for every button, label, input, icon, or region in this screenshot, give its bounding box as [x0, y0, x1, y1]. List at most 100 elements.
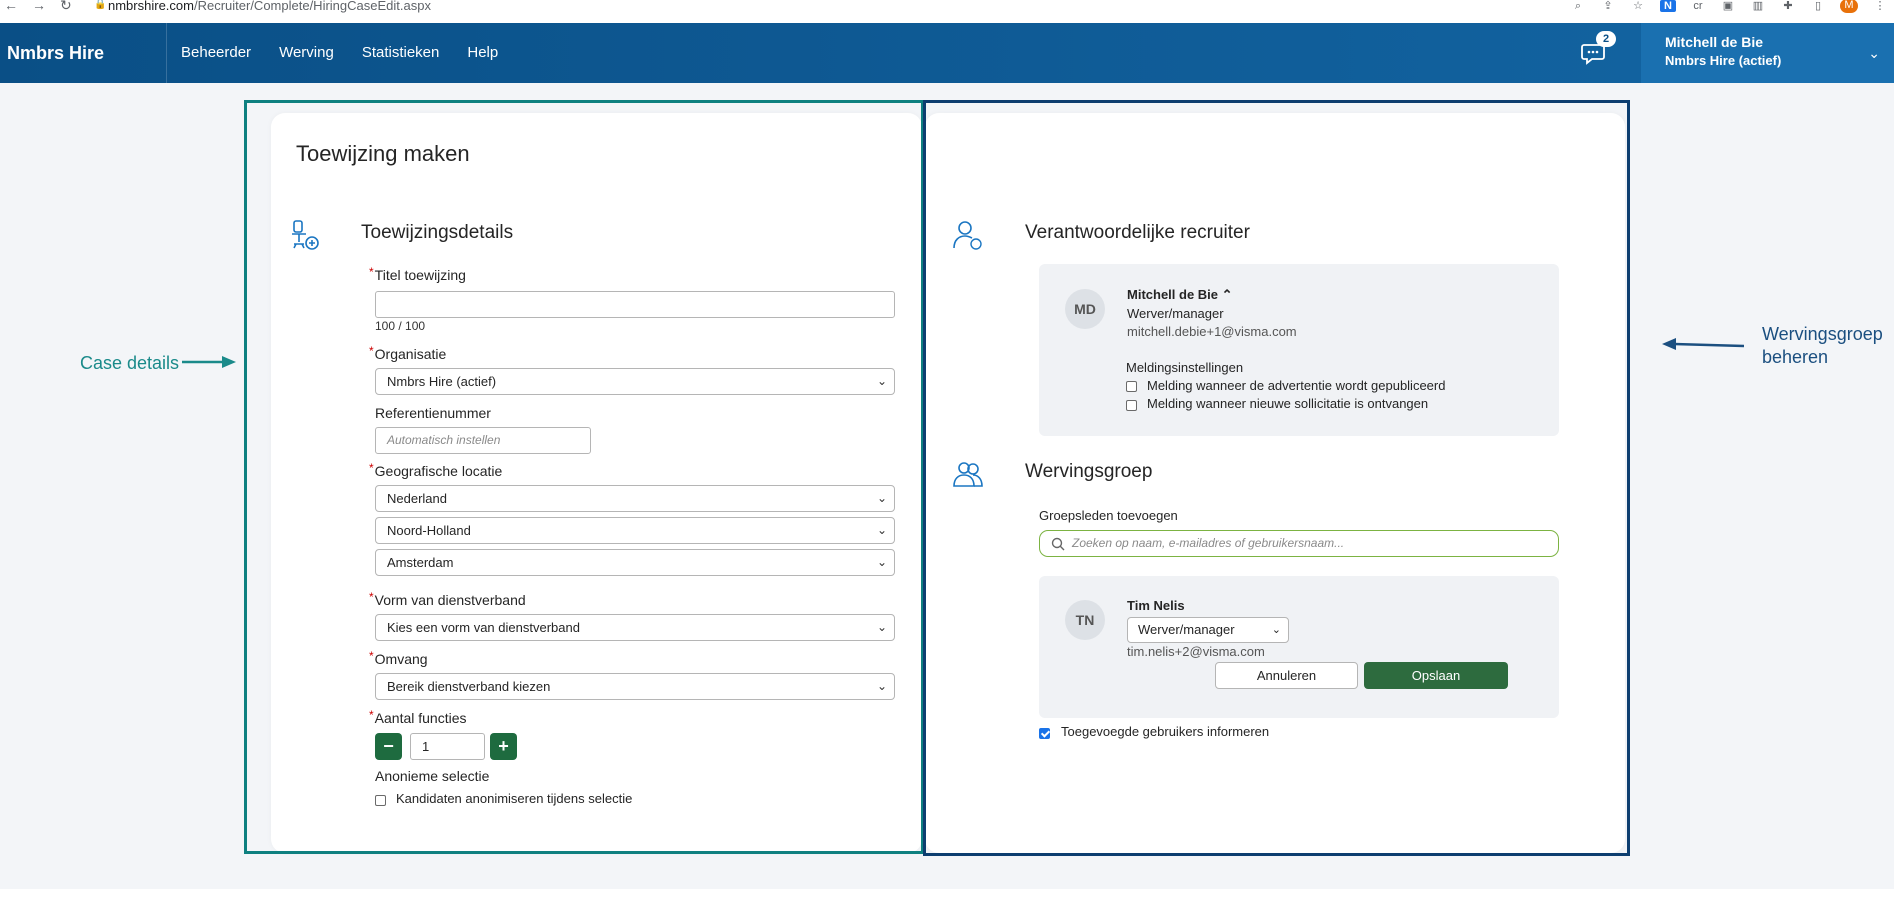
side-panel-icon[interactable]: ▯ — [1810, 0, 1826, 12]
url-host: nmbrshire.com — [108, 0, 194, 13]
header-divider — [166, 23, 167, 83]
recruiter-name[interactable]: Mitchell de Bie ⌃ — [1127, 287, 1233, 303]
chevron-down-icon: ⌄ — [876, 523, 887, 537]
notify-application-label: Melding wanneer nieuwe sollicitatie is o… — [1147, 396, 1429, 411]
organisation-value: Nmbrs Hire (actief) — [387, 374, 497, 389]
organisation-label: *Organisatie — [369, 344, 447, 362]
country-value: Nederland — [387, 491, 447, 506]
user-menu[interactable]: Mitchell de Bie Nmbrs Hire (actief) ⌄ — [1641, 23, 1894, 83]
scope-value: Bereik dienstverband kiezen — [387, 679, 551, 694]
scope-select[interactable]: Bereik dienstverband kiezen ⌄ — [375, 673, 895, 700]
annotation-recruitment-group: Wervingsgroep beheren — [1762, 323, 1892, 369]
lock-icon[interactable]: 🔒 — [94, 0, 106, 10]
recruiter-email: mitchell.debie+1@visma.com — [1127, 324, 1297, 339]
url-path: /Recruiter/Complete/HiringCaseEdit.aspx — [193, 0, 431, 13]
city-select[interactable]: Amsterdam ⌄ — [375, 549, 895, 576]
reload-icon[interactable]: ↻ — [60, 0, 72, 12]
share-icon[interactable]: ⇪ — [1600, 0, 1616, 12]
location-label: *Geografische locatie — [369, 461, 503, 479]
title-input[interactable] — [375, 291, 895, 318]
extension-chart-icon[interactable]: ▥ — [1750, 0, 1766, 12]
footer-strip — [0, 889, 1894, 909]
section-title-details: Toewijzingsdetails — [361, 222, 514, 243]
chevron-down-icon: ⌄ — [1271, 624, 1281, 636]
zoom-icon[interactable]: ⌕ — [1570, 0, 1586, 12]
browser-menu-icon[interactable]: ⋮ — [1872, 0, 1888, 12]
page-title: Toewijzing maken — [296, 141, 470, 166]
search-placeholder: Zoeken op naam, e-mailadres of gebruiker… — [1072, 536, 1345, 550]
chair-add-icon — [292, 220, 319, 250]
anonymize-checkbox[interactable] — [375, 795, 386, 806]
search-icon — [1051, 537, 1065, 551]
scope-label: *Omvang — [369, 649, 428, 667]
main-nav: Beheerder Werving Statistieken Help — [181, 23, 526, 83]
chevron-down-icon: ⌄ — [876, 491, 887, 505]
notify-published-checkbox[interactable] — [1126, 381, 1137, 392]
extensions-puzzle-icon[interactable]: ✚ — [1780, 0, 1796, 12]
member-search-input[interactable]: Zoeken op naam, e-mailadres of gebruiker… — [1039, 530, 1559, 557]
title-label: *Titel toewijzing — [369, 265, 466, 283]
employment-type-select[interactable]: Kies een vorm van dienstverband ⌄ — [375, 614, 895, 641]
positions-input[interactable]: 1 — [410, 733, 485, 760]
avatar: TN — [1065, 600, 1105, 640]
member-panel — [1039, 576, 1559, 718]
nav-werving[interactable]: Werving — [279, 23, 334, 83]
forward-icon[interactable]: → — [32, 0, 46, 12]
member-role-select[interactable]: Werver/manager ⌄ — [1127, 617, 1289, 643]
member-name: Tim Nelis — [1127, 598, 1185, 613]
increment-button[interactable]: + — [490, 733, 517, 760]
decrement-button[interactable]: − — [375, 733, 402, 760]
bookmark-star-icon[interactable]: ☆ — [1630, 0, 1646, 12]
reference-label: Referentienummer — [375, 405, 491, 421]
cancel-button[interactable]: Annuleren — [1215, 662, 1358, 689]
organisation-select[interactable]: Nmbrs Hire (actief) ⌄ — [375, 368, 895, 395]
address-bar[interactable]: nmbrshire.com/Recruiter/Complete/HiringC… — [108, 0, 431, 12]
employment-type-label: *Vorm van dienstverband — [369, 590, 526, 608]
browser-extensions: ⌕ ⇪ ☆ N cr ▣ ▥ ✚ ▯ M ⋮ — [1570, 0, 1888, 13]
recruiter-person-icon — [953, 221, 982, 250]
nav-statistieken[interactable]: Statistieken — [362, 23, 440, 83]
profile-avatar[interactable]: M — [1840, 0, 1858, 13]
section-title-group: Wervingsgroep — [1025, 461, 1153, 482]
inform-users-checkbox[interactable] — [1039, 728, 1050, 739]
browser-nav: ← → ↻ — [4, 0, 72, 12]
save-button[interactable]: Opslaan — [1364, 662, 1508, 689]
section-title-recruiter: Verantwoordelijke recruiter — [1025, 222, 1250, 243]
chevron-down-icon: ⌄ — [876, 620, 887, 634]
anonymous-selection-label: Anonieme selectie — [375, 768, 490, 784]
city-value: Amsterdam — [387, 555, 454, 570]
employment-type-value: Kies een vorm van dienstverband — [387, 620, 580, 635]
brand-logo[interactable]: Nmbrs Hire — [7, 23, 104, 83]
inform-users-label: Toegevoegde gebruikers informeren — [1061, 724, 1270, 739]
province-value: Noord-Holland — [387, 523, 471, 538]
extension-cr-icon[interactable]: cr — [1690, 0, 1706, 12]
nav-help[interactable]: Help — [467, 23, 498, 83]
user-company: Nmbrs Hire (actief) — [1665, 53, 1782, 68]
member-email: tim.nelis+2@visma.com — [1127, 644, 1265, 659]
nav-beheerder[interactable]: Beheerder — [181, 23, 251, 83]
extension-blue-icon[interactable]: ▣ — [1720, 0, 1736, 12]
add-members-label: Groepsleden toevoegen — [1039, 508, 1178, 523]
chevron-down-icon: ⌄ — [876, 555, 887, 569]
chat-count-badge: 2 — [1596, 31, 1616, 47]
reference-input[interactable]: Automatisch instellen — [375, 427, 591, 454]
annotation-line-2: beheren — [1762, 347, 1829, 367]
chevron-down-icon: ⌄ — [1868, 45, 1880, 61]
anonymize-checkbox-label: Kandidaten anonimiseren tijdens selectie — [396, 791, 633, 806]
group-people-icon — [953, 462, 983, 487]
arrow-left-icon — [1662, 338, 1744, 350]
title-char-counter: 100 / 100 — [375, 319, 426, 333]
notify-application-checkbox[interactable] — [1126, 400, 1137, 411]
country-select[interactable]: Nederland ⌄ — [375, 485, 895, 512]
app-header: Nmbrs Hire Beheerder Werving Statistieke… — [0, 23, 1894, 83]
province-select[interactable]: Noord-Holland ⌄ — [375, 517, 895, 544]
positions-label: *Aantal functies — [369, 708, 467, 726]
extension-n-icon[interactable]: N — [1660, 0, 1676, 12]
notification-settings-title: Meldingsinstellingen — [1126, 360, 1244, 375]
avatar: MD — [1065, 289, 1105, 329]
user-name: Mitchell de Bie — [1665, 34, 1764, 50]
chevron-down-icon: ⌄ — [876, 374, 887, 388]
back-icon[interactable]: ← — [4, 0, 18, 12]
annotation-case-details: Case details — [80, 353, 180, 373]
chat-button[interactable]: 2 — [1580, 31, 1616, 66]
